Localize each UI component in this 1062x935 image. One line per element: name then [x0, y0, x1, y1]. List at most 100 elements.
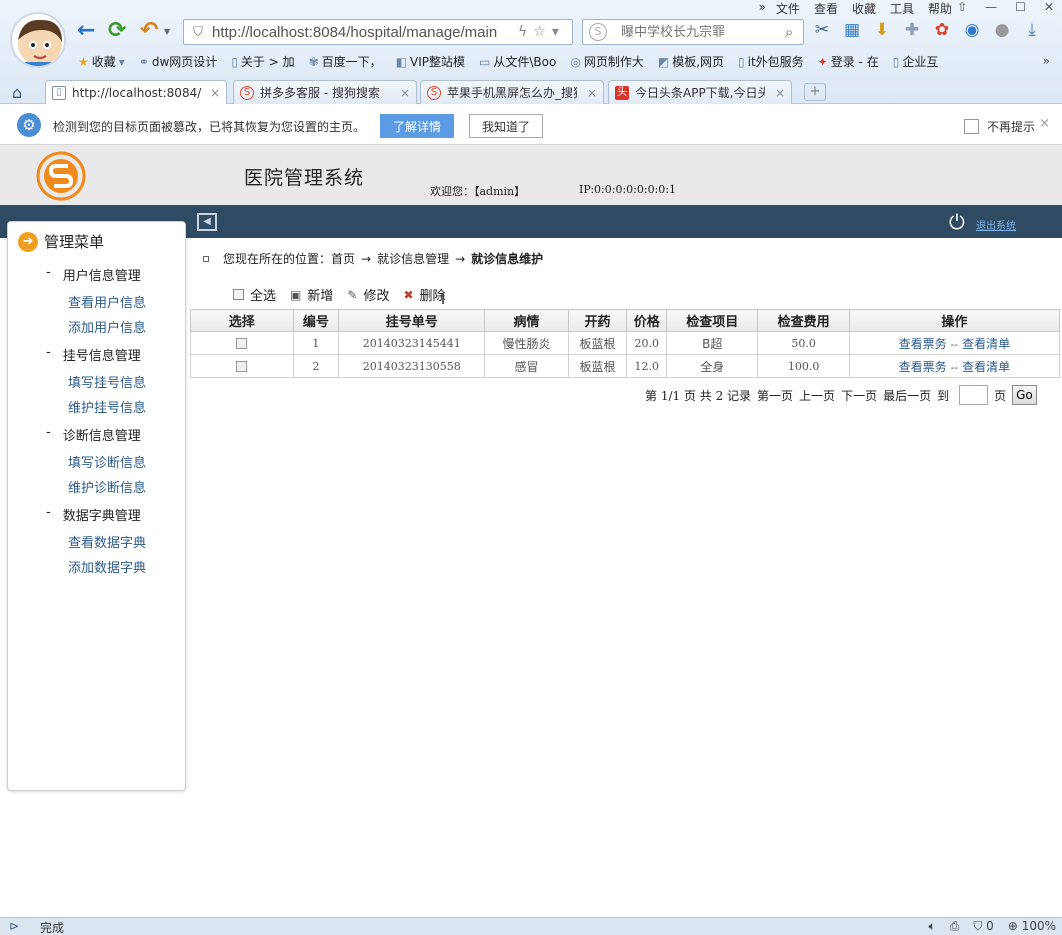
breadcrumb-section[interactable]: 就诊信息管理 [377, 250, 449, 267]
close-tab-icon[interactable]: × [400, 86, 410, 100]
undo-icon[interactable]: ↶ [140, 20, 158, 42]
puzzle-icon[interactable]: ✚ [902, 20, 922, 40]
breadcrumb-home[interactable]: 首页 [331, 250, 355, 267]
favorites-button[interactable]: ★ 收藏 ▾ [78, 53, 125, 70]
sidebar-item-add-dictionary[interactable]: 添加数据字典 [68, 557, 146, 576]
edit-button[interactable]: ✎ 修改 [347, 285, 389, 305]
search-icon[interactable]: ⌕ [785, 23, 793, 41]
search-box[interactable]: S ⌕ [582, 19, 804, 45]
sidebar-group-dictionary[interactable]: - 数据字典管理 [46, 505, 141, 524]
learn-more-button[interactable]: 了解详情 [380, 114, 454, 138]
favorite-item[interactable]: ✾ 百度一下， [309, 53, 382, 70]
last-page-link[interactable]: 最后一页 [883, 387, 931, 404]
close-tab-icon[interactable]: × [775, 86, 785, 100]
menu-help[interactable]: 帮助 [928, 0, 952, 16]
favorite-item[interactable]: ▭ 从文件\Boo [479, 53, 556, 70]
user-avatar[interactable] [10, 12, 66, 68]
add-button[interactable]: ▣ 新增 [290, 285, 333, 305]
star-icon[interactable]: ☆ [533, 24, 546, 40]
lightning-icon[interactable]: ϟ [518, 24, 527, 40]
print-icon[interactable]: ⎙ [950, 919, 960, 934]
view-tickets-link[interactable]: 查看票务 [899, 337, 947, 351]
new-tab-button[interactable]: + [804, 83, 826, 101]
close-tab-icon[interactable]: × [210, 86, 220, 100]
zoom-control[interactable]: ⊕ 100% [1008, 919, 1056, 934]
dont-show-again-checkbox[interactable]: 不再提示 [964, 118, 1035, 135]
sidebar-group-diagnosis[interactable]: - 诊断信息管理 [46, 425, 141, 444]
tab-apple[interactable]: S 苹果手机黑屏怎么办_搜狗 × [420, 80, 604, 104]
next-page-link[interactable]: 下一页 [841, 387, 877, 404]
download-icon[interactable]: ⬇ [872, 20, 892, 40]
status-right: 🔈︎ ⎙ ⛉ 0 ⊕ 100% [929, 919, 1057, 934]
sidebar-item-maintain-registration[interactable]: 维护挂号信息 [68, 397, 146, 416]
close-tab-icon[interactable]: × [587, 86, 597, 100]
favorite-item[interactable]: ◩ 模板,网页 [658, 53, 724, 70]
menu-tools[interactable]: 工具 [890, 0, 914, 16]
select-all-checkbox[interactable]: 全选 [233, 285, 276, 304]
menu-more[interactable]: » [759, 0, 766, 14]
address-bar[interactable]: ⛉ http://localhost:8084/hospital/manage/… [183, 19, 573, 45]
sidebar-item-view-users[interactable]: 查看用户信息 [68, 292, 146, 311]
download-manager-icon[interactable]: ⤓ [1022, 20, 1042, 40]
close-window-icon[interactable]: ✕ [1044, 0, 1054, 14]
row-checkbox[interactable] [236, 361, 248, 372]
sidebar-toggle-icon[interactable]: ⊳ [9, 919, 19, 933]
minimize-icon[interactable]: — [985, 0, 997, 14]
menu-file[interactable]: 文件 [776, 0, 800, 16]
favorite-item[interactable]: ✦ 登录 - 在 [818, 53, 879, 70]
browser-icon[interactable]: ◉ [962, 20, 982, 40]
delete-button[interactable]: ✖ 删除 [403, 285, 445, 305]
sidebar-group-registration[interactable]: - 挂号信息管理 [46, 345, 141, 364]
collapse-sidebar-icon[interactable]: ◀ [197, 213, 217, 231]
view-list-link[interactable]: 查看清单 [962, 337, 1010, 351]
menu-view[interactable]: 查看 [814, 0, 838, 16]
got-it-button[interactable]: 我知道了 [469, 114, 543, 138]
back-icon[interactable]: ← [77, 20, 95, 42]
go-button[interactable]: Go [1012, 385, 1037, 405]
translate-icon[interactable]: ▦ [842, 20, 862, 40]
close-icon[interactable]: × [1039, 116, 1050, 131]
tab-toutiao[interactable]: 头 今日头条APP下载,今日头条 × [608, 80, 792, 104]
url-text[interactable]: http://localhost:8084/hospital/manage/ma… [212, 24, 512, 41]
checkbox-box[interactable] [233, 289, 244, 300]
checkbox-box[interactable] [964, 119, 979, 134]
home-icon[interactable]: ⌂ [12, 83, 22, 102]
favorite-item[interactable]: ◧ VIP整站模 [396, 53, 465, 70]
scissors-icon[interactable]: ✂ [812, 20, 832, 40]
favorite-item[interactable]: ⚭ dw网页设计 [139, 53, 218, 70]
row-checkbox[interactable] [236, 338, 248, 349]
favorite-item[interactable]: ▯ 关于 > 加 [231, 53, 294, 70]
game-icon[interactable]: ✿ [932, 20, 952, 40]
logout-link[interactable]: 退出系统 [976, 217, 1016, 232]
sidebar-item-view-dictionary[interactable]: 查看数据字典 [68, 532, 146, 551]
tab-localhost[interactable]: ▯ http://localhost:8084/h × [45, 80, 227, 104]
page-number-input[interactable] [959, 385, 989, 405]
favorite-item[interactable]: ▯ 企业互 [893, 53, 939, 70]
search-input[interactable] [621, 24, 781, 40]
skin-icon[interactable]: ⇧ [957, 0, 967, 14]
favorite-item[interactable]: ◎ 网页制作大 [570, 53, 644, 70]
volume-icon[interactable]: 🔈︎ [929, 919, 936, 934]
favorites-more-icon[interactable]: » [1043, 54, 1050, 68]
refresh-icon[interactable]: ⟳ [108, 20, 126, 42]
breadcrumb-current: 就诊信息维护 [471, 252, 544, 266]
shield-counter[interactable]: ⛉ 0 [973, 919, 993, 934]
sidebar-item-fill-registration[interactable]: 填写挂号信息 [68, 372, 146, 391]
chevron-down-icon[interactable]: ▼ [164, 27, 170, 36]
favorite-item[interactable]: ▯ it外包服务 [738, 53, 804, 70]
power-icon[interactable]: ⏻ [949, 210, 965, 234]
chat-icon[interactable]: ● [992, 20, 1012, 40]
first-page-link[interactable]: 第一页 [757, 387, 793, 404]
view-list-link[interactable]: 查看清单 [962, 360, 1010, 374]
view-tickets-link[interactable]: 查看票务 [899, 360, 947, 374]
sidebar-item-add-user[interactable]: 添加用户信息 [68, 317, 146, 336]
cell-reg-no: 20140323130558 [338, 354, 486, 378]
chevron-down-icon[interactable]: ▾ [552, 24, 559, 40]
sidebar-group-users[interactable]: - 用户信息管理 [46, 265, 141, 284]
sidebar-item-maintain-diagnosis[interactable]: 维护诊断信息 [68, 477, 146, 496]
menu-favorites[interactable]: 收藏 [852, 0, 876, 16]
sidebar-item-fill-diagnosis[interactable]: 填写诊断信息 [68, 452, 146, 471]
prev-page-link[interactable]: 上一页 [799, 387, 835, 404]
maximize-icon[interactable]: ☐ [1015, 0, 1026, 14]
tab-pinduoduo[interactable]: S 拼多多客服 - 搜狗搜索 × [233, 80, 417, 104]
